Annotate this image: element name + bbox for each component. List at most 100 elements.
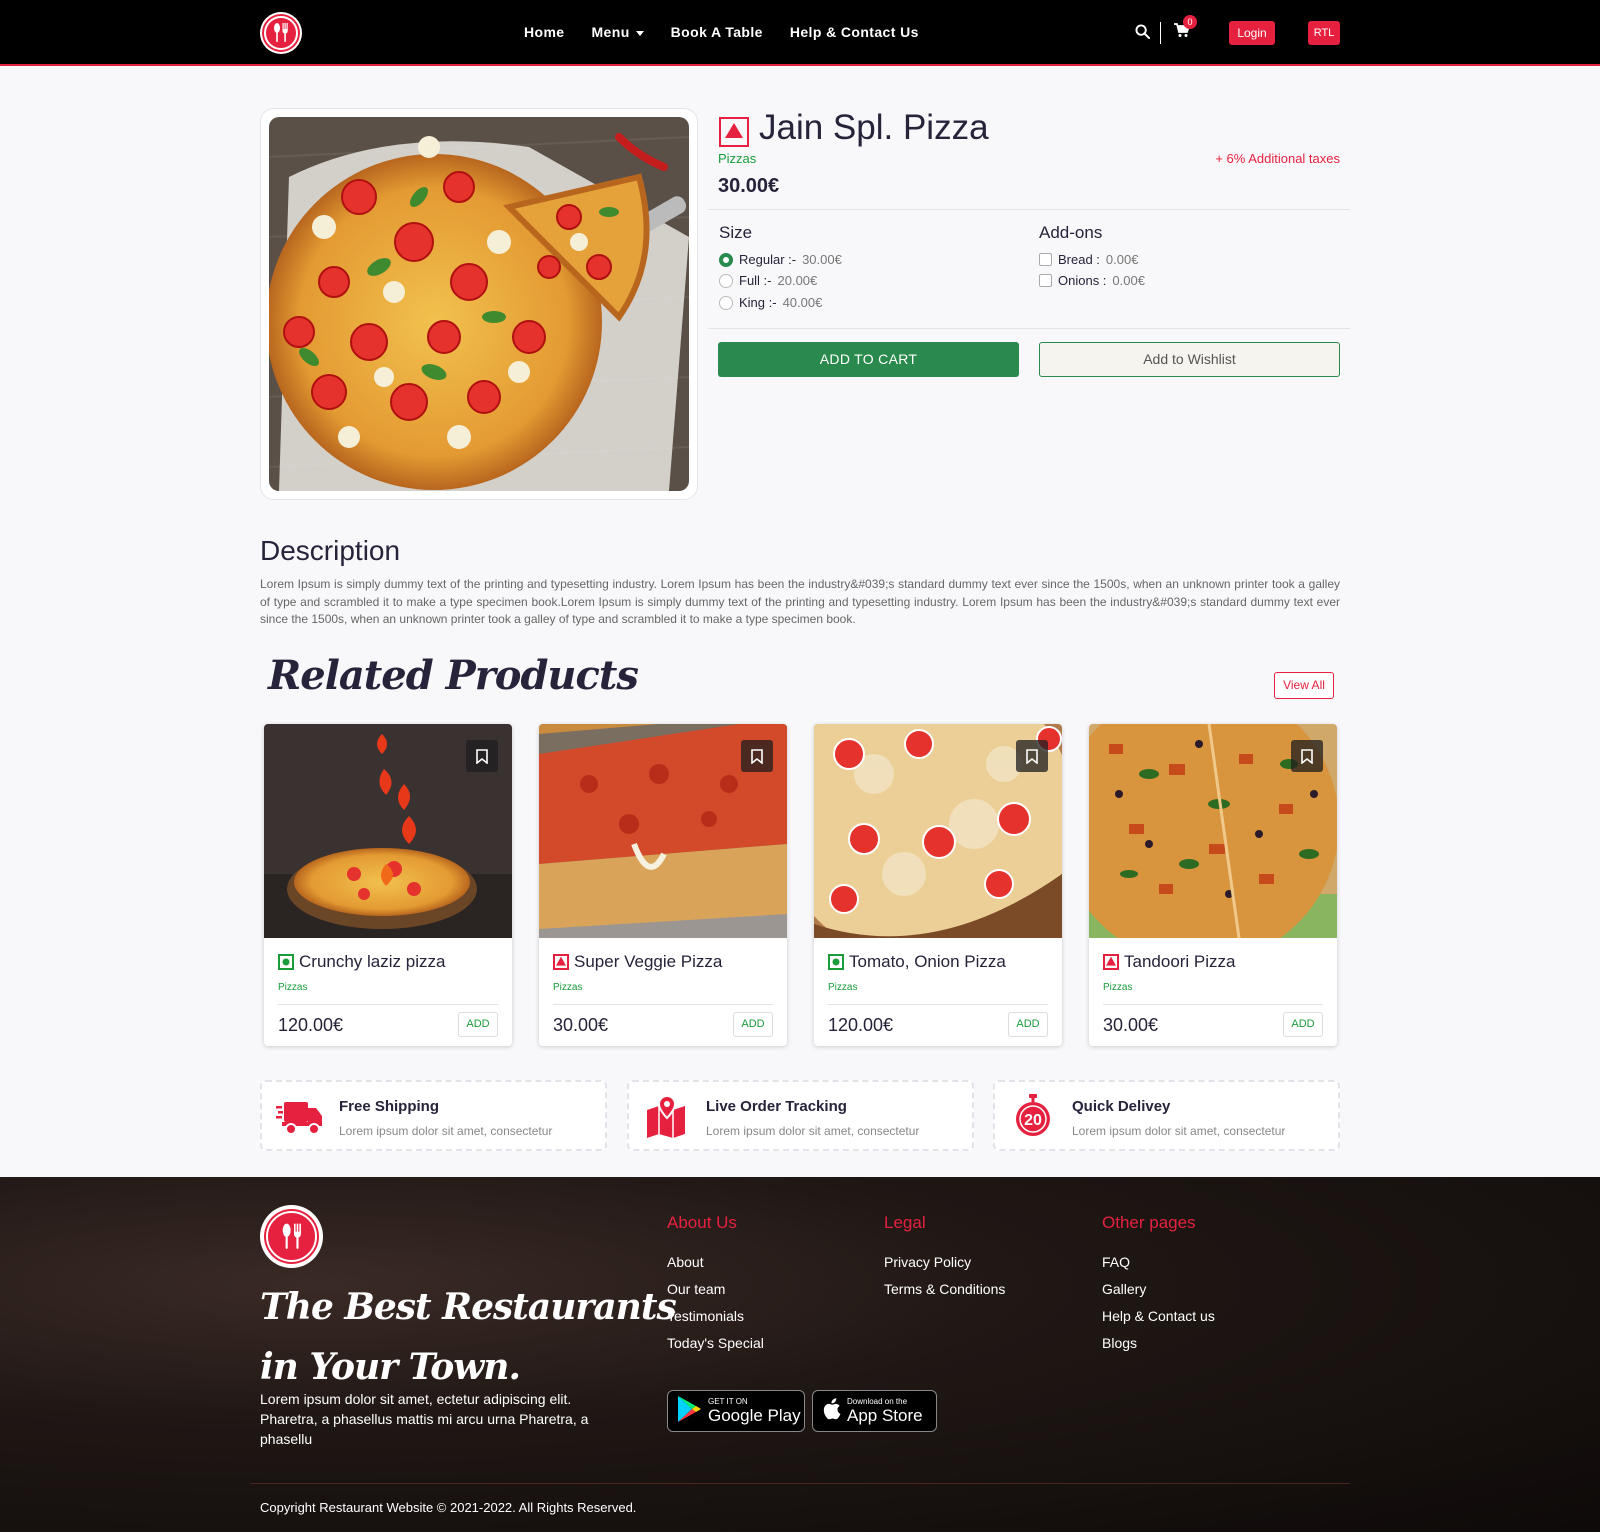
addons-heading: Add-ons	[1039, 223, 1103, 242]
footer-link-faq[interactable]: FAQ	[1102, 1254, 1130, 1270]
footer-heading-about: About Us	[667, 1213, 737, 1232]
product-card[interactable]: Tandoori Pizza Pizzas 30.00€ ADD	[1089, 724, 1337, 1046]
add-button[interactable]: ADD	[1008, 1012, 1048, 1037]
nav-divider	[1160, 22, 1161, 44]
product-name: Super Veggie Pizza	[574, 952, 723, 971]
footer-heading-other: Other pages	[1102, 1213, 1196, 1232]
checkbox[interactable]	[1039, 253, 1052, 266]
rtl-button[interactable]: RTL	[1308, 21, 1340, 45]
bookmark-icon[interactable]	[1291, 740, 1323, 772]
footer-text: Lorem ipsum dolor sit amet, ectetur adip…	[260, 1391, 589, 1447]
login-button[interactable]: Login	[1229, 21, 1275, 45]
nav-menu[interactable]: Menu	[592, 24, 644, 40]
product-card-category: Pizzas	[553, 982, 583, 993]
app-store-button[interactable]: Download on the App Store	[812, 1390, 937, 1432]
divider	[828, 1004, 1048, 1005]
google-play-button[interactable]: GET IT ON Google Play	[667, 1390, 805, 1432]
addon-bread[interactable]: Bread : 0.00€	[1039, 252, 1138, 267]
addon-onions[interactable]: Onions : 0.00€	[1039, 273, 1145, 288]
footer-link-testimonials[interactable]: Testimonials	[667, 1308, 744, 1324]
size-label: King :-	[739, 295, 777, 310]
product-card[interactable]: Crunchy laziz pizza Pizzas 120.00€ ADD	[264, 724, 512, 1046]
footer-link-help-contact[interactable]: Help & Contact us	[1102, 1308, 1215, 1324]
stopwatch-icon: 20	[1009, 1094, 1057, 1138]
product-card-title[interactable]: Tandoori Pizza	[1103, 952, 1236, 972]
footer-link-gallery[interactable]: Gallery	[1102, 1281, 1146, 1297]
addon-label: Onions :	[1058, 273, 1107, 288]
utensils-icon	[266, 1211, 317, 1262]
size-option-regular[interactable]: Regular :- 30.00€	[719, 252, 842, 267]
addon-price: 0.00€	[1112, 273, 1145, 288]
product-card-image	[264, 724, 512, 938]
radio-button[interactable]	[719, 295, 733, 310]
related-products-heading: Related Products	[268, 652, 639, 699]
bookmark-icon[interactable]	[1016, 740, 1048, 772]
divider	[1103, 1004, 1323, 1005]
google-play-text: GET IT ON Google Play	[708, 1397, 801, 1425]
tagline-line-2: in Your Town.	[260, 1346, 521, 1388]
divider	[553, 1004, 773, 1005]
copyright: Copyright Restaurant Website © 2021-2022…	[260, 1500, 637, 1515]
add-button[interactable]: ADD	[1283, 1012, 1323, 1037]
product-card[interactable]: Super Veggie Pizza Pizzas 30.00€ ADD	[539, 724, 787, 1046]
product-card-title[interactable]: Tomato, Onion Pizza	[828, 952, 1006, 972]
tax-note: + 6% Additional taxes	[1215, 151, 1340, 166]
footer-link-privacy[interactable]: Privacy Policy	[884, 1254, 971, 1270]
view-all-button[interactable]: View All	[1274, 672, 1334, 699]
veg-indicator-icon	[828, 954, 844, 970]
product-card[interactable]: Tomato, Onion Pizza Pizzas 120.00€ ADD	[814, 724, 1062, 1046]
footer-link-our-team[interactable]: Our team	[667, 1281, 725, 1297]
size-price: 30.00€	[802, 252, 842, 267]
product-category[interactable]: Pizzas	[718, 151, 756, 166]
addon-label: Bread :	[1058, 252, 1100, 267]
product-card-price: 30.00€	[1103, 1015, 1159, 1035]
add-to-wishlist-button[interactable]: Add to Wishlist	[1039, 342, 1340, 377]
product-card-title[interactable]: Super Veggie Pizza	[553, 952, 722, 972]
product-card-price: 120.00€	[278, 1015, 344, 1035]
radio-button[interactable]	[719, 273, 733, 288]
size-price: 40.00€	[782, 295, 823, 310]
google-play-icon	[676, 1395, 702, 1428]
footer-link-todays-special[interactable]: Today's Special	[667, 1335, 764, 1351]
footer-logo[interactable]	[260, 1205, 323, 1268]
product-card-title[interactable]: Crunchy laziz pizza	[278, 952, 445, 972]
footer-link-terms[interactable]: Terms & Conditions	[884, 1281, 1005, 1297]
size-option-king[interactable]: King :- 40.00€	[719, 295, 822, 310]
apple-icon	[821, 1397, 841, 1426]
checkbox[interactable]	[1039, 274, 1052, 287]
feature-text: Lorem ipsum dolor sit amet, consectetur	[1072, 1124, 1286, 1138]
add-button[interactable]: ADD	[458, 1012, 498, 1037]
feature-title: Free Shipping	[339, 1098, 440, 1115]
restaurant-logo[interactable]	[260, 12, 302, 54]
nav-help-contact[interactable]: Help & Contact Us	[790, 24, 919, 40]
size-label: Full :-	[739, 273, 772, 288]
product-card-price: 120.00€	[828, 1015, 894, 1035]
product-card-category: Pizzas	[828, 982, 858, 993]
nav-home[interactable]: Home	[524, 24, 565, 40]
feature-free-shipping: Free Shipping Lorem ipsum dolor sit amet…	[260, 1080, 607, 1151]
product-card-category: Pizzas	[1103, 982, 1133, 993]
footer-link-blogs[interactable]: Blogs	[1102, 1335, 1137, 1351]
feature-title: Quick Delivey	[1072, 1098, 1171, 1115]
add-button[interactable]: ADD	[733, 1012, 773, 1037]
product-card-image	[539, 724, 787, 938]
stopwatch-badge: 20	[1024, 1112, 1042, 1129]
nav-book-table[interactable]: Book A Table	[671, 24, 763, 40]
feature-text: Lorem ipsum dolor sit amet, consectetur	[339, 1124, 553, 1138]
product-image-frame	[260, 108, 698, 500]
product-card-price: 30.00€	[553, 1015, 609, 1035]
footer-heading-legal: Legal	[884, 1213, 926, 1232]
add-to-cart-button[interactable]: ADD TO CART	[718, 342, 1019, 377]
bookmark-icon[interactable]	[466, 740, 498, 772]
radio-button[interactable]	[719, 252, 733, 267]
addon-price: 0.00€	[1105, 252, 1139, 267]
divider	[278, 1004, 498, 1005]
bookmark-icon[interactable]	[741, 740, 773, 772]
product-name: Tomato, Onion Pizza	[849, 952, 1006, 971]
divider	[708, 328, 1350, 329]
search-icon[interactable]	[1135, 24, 1151, 44]
non-veg-indicator-icon	[1103, 954, 1119, 970]
footer-link-about[interactable]: About	[667, 1254, 704, 1270]
product-name: Crunchy laziz pizza	[299, 952, 446, 971]
size-option-full[interactable]: Full :- 20.00€	[719, 273, 817, 288]
